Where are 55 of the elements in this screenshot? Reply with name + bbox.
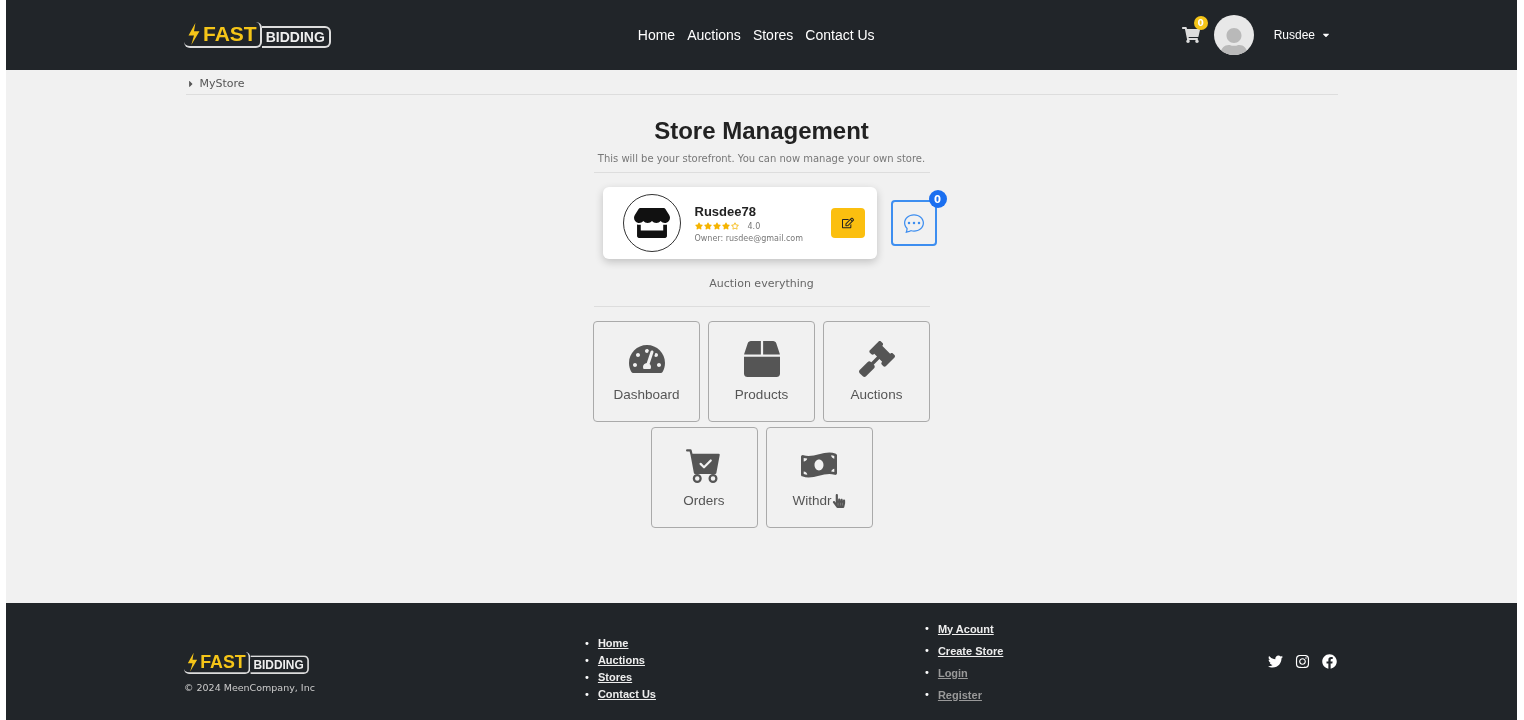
bullet: • <box>584 670 590 685</box>
logo-fast: FAST <box>184 651 250 675</box>
menu-tile[interactable]: Withdr <box>765 427 873 528</box>
instagram-icon[interactable] <box>1295 654 1310 669</box>
footer-link[interactable]: Contact Us <box>597 685 656 703</box>
edit-button[interactable] <box>830 208 865 238</box>
menu-tile[interactable]: Auctions <box>823 321 930 422</box>
cart-icon <box>1181 26 1200 44</box>
store-owner: Owner: rusdee@gmail.com <box>694 233 804 243</box>
bullet: • <box>924 687 930 702</box>
rating-value: 4.0 <box>747 221 761 231</box>
chat-count-badge: 0 <box>928 190 947 208</box>
menu-tile[interactable]: Dashboard <box>593 321 700 422</box>
cart-button[interactable] <box>1181 26 1200 44</box>
footer-link[interactable]: Stores <box>597 668 633 686</box>
logo-bidding: BIDDING <box>250 655 309 675</box>
menu-tile[interactable]: Orders <box>650 427 758 528</box>
logo-bidding: BIDDING <box>261 26 331 48</box>
box-icon <box>743 341 780 377</box>
facebook-icon[interactable] <box>1322 654 1337 669</box>
avatar[interactable] <box>1213 15 1254 55</box>
copyright: © 2024 MeenCompany, Inc <box>184 682 316 693</box>
footer-link[interactable]: Auctions <box>597 651 645 669</box>
logo[interactable]: FAST BIDDING <box>184 651 524 675</box>
hand-cursor-icon <box>831 493 846 508</box>
page-title: Store Management <box>654 117 869 145</box>
footer-link[interactable]: Home <box>597 634 629 652</box>
bullet: • <box>924 621 930 636</box>
hammer-icon <box>858 341 895 377</box>
footer-link[interactable]: My Acount <box>937 617 994 640</box>
nav-link[interactable]: Auctions <box>687 27 741 43</box>
menu-tile[interactable]: Products <box>708 321 815 422</box>
store-description: Auction everything <box>593 277 930 307</box>
edit-icon <box>841 217 854 229</box>
bullet: • <box>584 687 590 702</box>
bolt-icon <box>186 652 199 672</box>
cart-count-badge: 0 <box>1193 16 1208 30</box>
bullet: • <box>924 665 930 680</box>
chat-icon <box>903 213 924 233</box>
logo[interactable]: FAST BIDDING <box>184 22 331 48</box>
cart-check-icon <box>686 447 722 483</box>
footer-link[interactable]: Create Store <box>937 639 1004 662</box>
nav-link[interactable]: Stores <box>752 27 794 43</box>
user-menu-button[interactable]: Rusdee <box>1267 27 1337 43</box>
nav-link[interactable]: Contact Us <box>805 27 875 43</box>
bolt-icon <box>187 23 201 45</box>
store-name: Rusdee78 <box>694 203 757 219</box>
bullet: • <box>924 643 930 658</box>
bullet: • <box>584 653 590 668</box>
logo-fast: FAST <box>184 22 262 48</box>
page-subtitle: This will be your storefront. You can now manage your own store. <box>593 153 930 173</box>
twitter-icon[interactable] <box>1268 654 1283 669</box>
nav-link[interactable]: Home <box>637 27 676 43</box>
bullet: • <box>584 636 590 651</box>
breadcrumb-item[interactable]: MyStore <box>199 77 245 90</box>
